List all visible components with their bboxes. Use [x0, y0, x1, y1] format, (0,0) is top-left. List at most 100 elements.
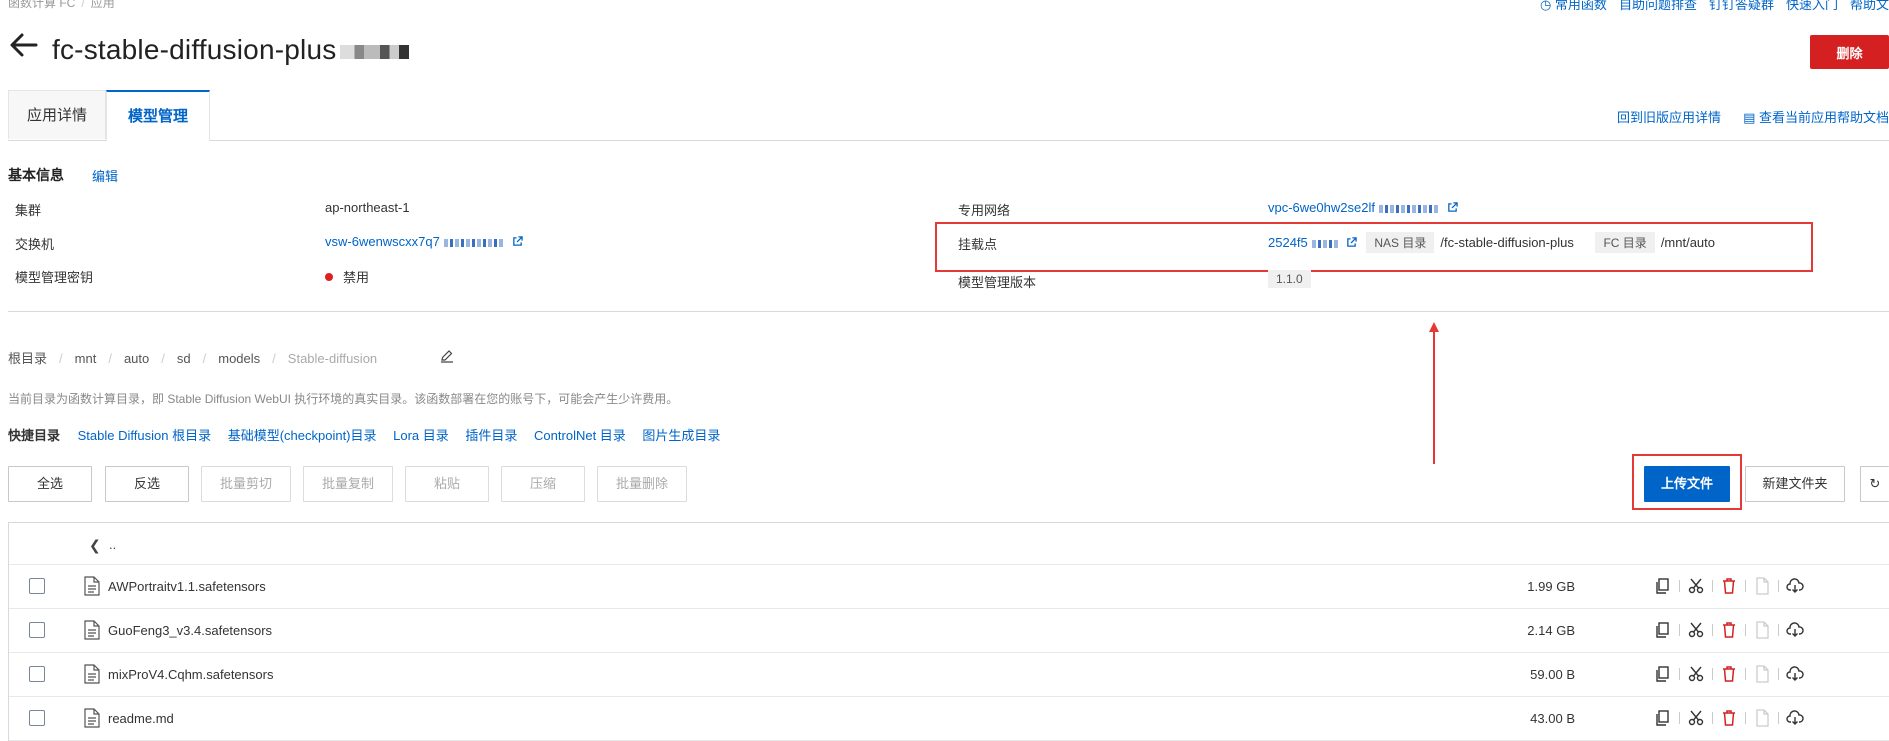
delete-button[interactable]: 删除	[1810, 35, 1889, 69]
divider	[8, 311, 1889, 312]
file-size: 2.14 GB	[1527, 623, 1575, 638]
page-title: fc-stable-diffusion-plus	[52, 34, 421, 66]
copy-icon[interactable]	[1654, 577, 1672, 595]
row-actions	[1654, 577, 1804, 595]
tab-right-links: 回到旧版应用详情 ▤ 查看当前应用帮助文档	[1617, 107, 1889, 126]
invert-selection-button[interactable]: 反选	[105, 466, 189, 502]
external-link-icon[interactable]	[512, 236, 523, 247]
file-name: GuoFeng3_v3.4.safetensors	[108, 623, 273, 638]
quick-plugins[interactable]: 插件目录	[465, 428, 517, 443]
quick-sd-root[interactable]: Stable Diffusion 根目录	[78, 428, 211, 443]
back-arrow-icon[interactable]	[8, 32, 38, 58]
path-models[interactable]: models	[218, 351, 260, 366]
tab-app-details[interactable]: 应用详情	[8, 90, 106, 139]
tab-model-management[interactable]: 模型管理	[106, 90, 210, 141]
quick-dirs-title: 快捷目录	[8, 428, 61, 443]
table-row[interactable]: mixProV4.Cqhm.safetensors 59.00 B	[9, 653, 1889, 697]
download-icon[interactable]	[1786, 577, 1804, 595]
path-mnt[interactable]: mnt	[75, 351, 97, 366]
download-icon[interactable]	[1786, 621, 1804, 639]
delete-icon[interactable]	[1720, 621, 1738, 639]
parent-dir-row[interactable]: ❮ ..	[9, 523, 1889, 565]
compress-button[interactable]: 压缩	[501, 466, 585, 502]
edit-file-icon[interactable]	[1753, 621, 1771, 639]
file-name: AWPortraitv1.1.safetensors	[108, 579, 266, 594]
edit-file-icon[interactable]	[1753, 577, 1771, 595]
download-icon[interactable]	[1786, 709, 1804, 727]
file-icon	[84, 664, 100, 684]
row-checkbox[interactable]	[29, 666, 45, 682]
switch-link[interactable]: vsw-6wenwscxx7q7	[325, 234, 440, 249]
batch-cut-button[interactable]: 批量剪切	[201, 466, 291, 502]
select-all-button[interactable]: 全选	[8, 466, 92, 502]
common-functions-link[interactable]: ◷ 常用函数	[1540, 0, 1607, 13]
row-checkbox[interactable]	[29, 578, 45, 594]
file-table: ❮ .. AWPortraitv1.1.safetensors 1.99 GB …	[8, 522, 1889, 741]
copy-icon[interactable]	[1654, 665, 1672, 683]
edit-path-icon[interactable]	[440, 349, 454, 363]
delete-icon[interactable]	[1720, 709, 1738, 727]
quick-dirs: 快捷目录 Stable Diffusion 根目录 基础模型(checkpoin…	[8, 425, 733, 444]
copy-icon[interactable]	[1654, 621, 1672, 639]
table-row[interactable]: readme.md 43.00 B	[9, 697, 1889, 741]
refresh-icon: ↻	[1869, 476, 1881, 491]
cluster-label: 集群	[15, 203, 42, 218]
vpc-link[interactable]: vpc-6we0hw2se2lf	[1268, 200, 1375, 215]
file-size: 43.00 B	[1530, 711, 1575, 726]
redacted-mask	[443, 238, 504, 247]
path-sd[interactable]: sd	[177, 351, 191, 366]
clock-icon: ◷	[1539, 0, 1552, 12]
edit-file-icon[interactable]	[1753, 665, 1771, 683]
path-root[interactable]: 根目录	[8, 351, 47, 366]
crumb-app[interactable]: 应用	[91, 0, 115, 10]
cut-icon[interactable]	[1687, 577, 1705, 595]
switch-label: 交换机	[15, 237, 55, 252]
table-row[interactable]: GuoFeng3_v3.4.safetensors 2.14 GB	[9, 609, 1889, 653]
external-link-icon[interactable]	[1447, 202, 1458, 213]
edit-link[interactable]: 编辑	[92, 166, 118, 185]
top-breadcrumb: 函数计算 FC / 应用	[8, 0, 115, 11]
upload-file-button[interactable]: 上传文件	[1644, 466, 1730, 502]
tab-bar: 应用详情 模型管理	[8, 90, 1889, 141]
self-troubleshoot-link[interactable]: 自助问题排查	[1619, 0, 1697, 13]
cut-icon[interactable]	[1687, 621, 1705, 639]
new-folder-button[interactable]: 新建文件夹	[1745, 466, 1845, 502]
batch-delete-button[interactable]: 批量删除	[597, 466, 687, 502]
crumb-fc[interactable]: 函数计算 FC	[8, 0, 75, 10]
redacted-mask	[340, 44, 421, 59]
row-actions	[1654, 621, 1804, 639]
refresh-button[interactable]: ↻	[1860, 466, 1889, 502]
mount-highlight-box	[935, 222, 1813, 272]
help-doc-current-link[interactable]: ▤ 查看当前应用帮助文档	[1743, 107, 1889, 126]
file-icon	[84, 576, 100, 596]
row-actions	[1654, 709, 1804, 727]
delete-icon[interactable]	[1720, 665, 1738, 683]
path-auto[interactable]: auto	[124, 351, 149, 366]
table-row[interactable]: AWPortraitv1.1.safetensors 1.99 GB	[9, 565, 1889, 609]
key-label: 模型管理密钥	[15, 270, 94, 285]
delete-icon[interactable]	[1720, 577, 1738, 595]
help-doc-link[interactable]: 帮助文	[1850, 0, 1889, 13]
quick-controlnet[interactable]: ControlNet 目录	[534, 428, 626, 443]
quick-start-link[interactable]: 快速入门	[1786, 0, 1838, 13]
quick-checkpoint[interactable]: 基础模型(checkpoint)目录	[228, 428, 377, 443]
cut-icon[interactable]	[1687, 709, 1705, 727]
dingtalk-group-link[interactable]: 钉钉答疑群	[1709, 0, 1774, 13]
batch-copy-button[interactable]: 批量复制	[303, 466, 393, 502]
edit-file-icon[interactable]	[1753, 709, 1771, 727]
vpc-value: vpc-6we0hw2se2lf	[1268, 200, 1458, 215]
paste-button[interactable]: 粘贴	[405, 466, 489, 502]
quick-image-output[interactable]: 图片生成目录	[642, 428, 720, 443]
row-checkbox[interactable]	[29, 622, 45, 638]
cluster-value: ap-northeast-1	[325, 200, 410, 215]
copy-icon[interactable]	[1654, 709, 1672, 727]
file-icon	[84, 708, 100, 728]
redacted-mask	[1378, 204, 1439, 213]
cut-icon[interactable]	[1687, 665, 1705, 683]
download-icon[interactable]	[1786, 665, 1804, 683]
quick-lora[interactable]: Lora 目录	[393, 428, 449, 443]
old-app-link[interactable]: 回到旧版应用详情	[1617, 107, 1721, 126]
row-checkbox[interactable]	[29, 710, 45, 726]
path-breadcrumb: 根目录 / mnt / auto / sd / models / Stable-diffusion	[8, 351, 378, 366]
file-size: 1.99 GB	[1527, 579, 1575, 594]
